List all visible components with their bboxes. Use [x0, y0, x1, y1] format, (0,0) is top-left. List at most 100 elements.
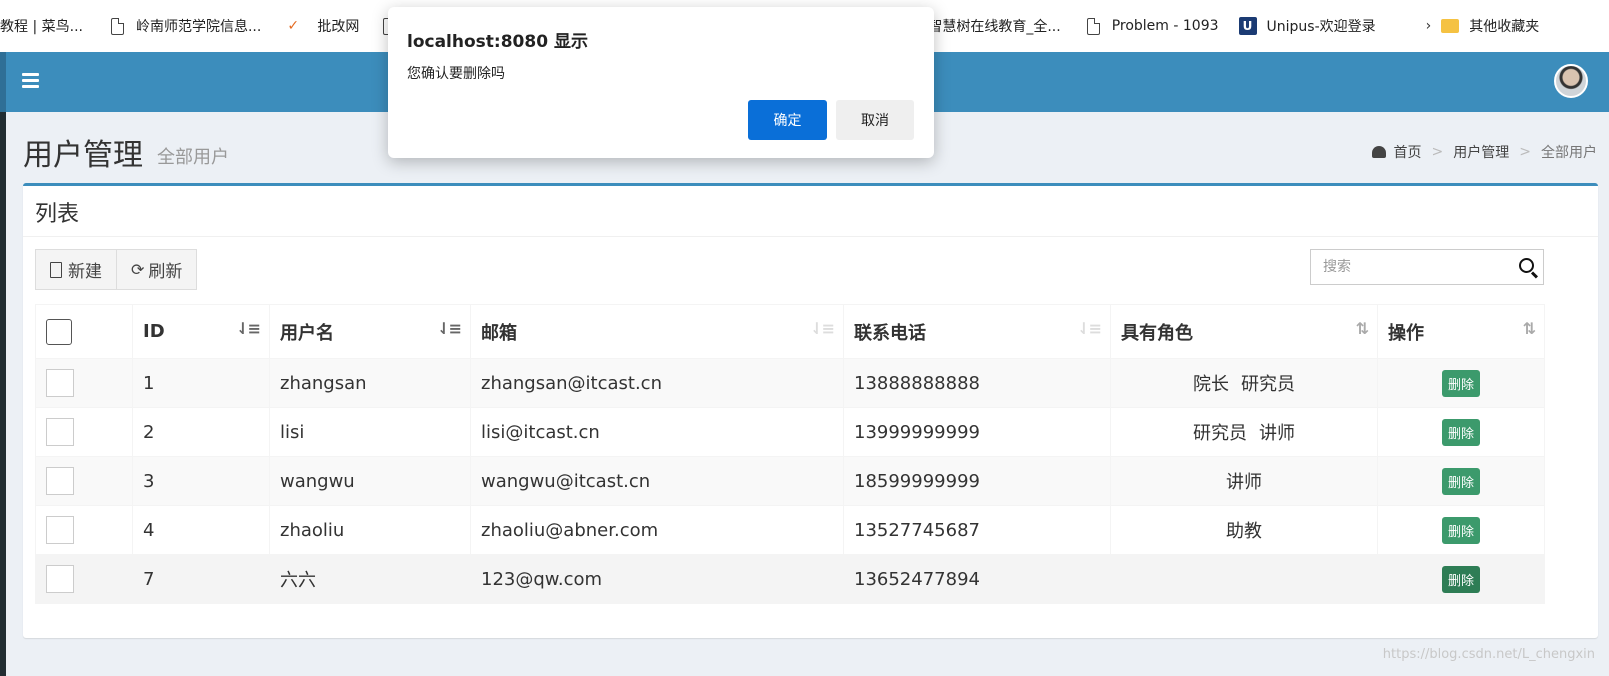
new-button[interactable]: 新建: [35, 249, 117, 290]
column-header-username[interactable]: 用户名 ⇃≡: [269, 304, 471, 359]
sort-icon: ⇃≡: [1077, 319, 1102, 338]
column-header-id[interactable]: ID ⇃≡: [132, 304, 270, 359]
row-checkbox[interactable]: [46, 369, 74, 397]
column-header-action[interactable]: 操作 ⇅: [1377, 304, 1545, 359]
dialog-title: localhost:8080 显示: [407, 32, 588, 52]
cell-roles: 院长 研究员: [1110, 358, 1378, 408]
cell-roles: [1110, 554, 1378, 604]
breadcrumb-home[interactable]: 首页: [1394, 142, 1422, 162]
bookmark-label: 教程 | 菜鸟...: [0, 19, 83, 35]
menu-toggle-icon[interactable]: [22, 70, 42, 94]
cell-phone: 13652477894: [843, 554, 1111, 604]
select-all-header: [35, 304, 133, 359]
table-row: 3 wangwu wangwu@itcast.cn 18599999999 讲师…: [35, 456, 1545, 506]
role-label: 讲师: [1226, 472, 1262, 493]
cell-email: wangwu@itcast.cn: [470, 456, 844, 506]
bookmark-runoob[interactable]: 教程 | 菜鸟...: [0, 0, 93, 52]
row-checkbox[interactable]: [46, 467, 74, 495]
avatar[interactable]: [1554, 64, 1588, 98]
user-table: ID ⇃≡ 用户名 ⇃≡ 邮箱 ⇃≡ 联系电话 ⇃≡ 具有角色 ⇅ 操作 ⇅ 1…: [35, 304, 1545, 604]
cell-id: 4: [132, 505, 270, 555]
role-label: 助教: [1226, 521, 1262, 542]
column-header-email[interactable]: 邮箱 ⇃≡: [470, 304, 844, 359]
dashboard-icon: [1371, 146, 1386, 158]
bookmark-label: 批改网: [317, 19, 360, 35]
bookmark-lingnan[interactable]: 岭南师范学院信息...: [101, 0, 271, 52]
delete-button[interactable]: 删除: [1441, 418, 1480, 446]
row-checkbox[interactable]: [46, 418, 74, 446]
cell-phone: 13888888888: [843, 358, 1111, 408]
cell-id: 2: [132, 407, 270, 457]
search-icon[interactable]: [1513, 250, 1543, 284]
cell-id: 3: [132, 456, 270, 506]
breadcrumb-separator: >: [1519, 144, 1531, 160]
list-box: 列表 新建 ⟳ 刷新 ID ⇃≡ 用户名: [23, 183, 1598, 638]
page-subtitle: 全部用户: [157, 147, 229, 168]
confirm-button[interactable]: 确定: [748, 100, 827, 140]
cell-phone: 13527745687: [843, 505, 1111, 555]
cell-username: 六六: [269, 554, 471, 604]
page-icon: [1086, 17, 1100, 35]
cancel-button[interactable]: 取消: [836, 100, 914, 140]
cell-email: 123@qw.com: [470, 554, 844, 604]
cell-email: zhaoliu@abner.com: [470, 505, 844, 555]
confirm-dialog: localhost:8080 显示 您确认要删除吗 确定 取消: [388, 7, 934, 158]
sort-both-icon: ⇅: [1355, 319, 1369, 338]
toolbar: 新建 ⟳ 刷新: [35, 249, 198, 290]
sort-desc-icon: ⇃≡: [437, 319, 462, 338]
breadcrumb: 首页 > 用户管理 > 全部用户: [1371, 142, 1597, 162]
refresh-button[interactable]: ⟳ 刷新: [117, 249, 198, 290]
breadcrumb-separator: >: [1431, 144, 1444, 160]
breadcrumb-current: 全部用户: [1541, 145, 1597, 161]
column-header-roles[interactable]: 具有角色 ⇅: [1110, 304, 1378, 359]
table-row: 4 zhaoliu zhaoliu@abner.com 13527745687 …: [35, 505, 1545, 555]
row-checkbox[interactable]: [46, 516, 74, 544]
cell-username: zhangsan: [269, 358, 471, 408]
bookmark-problem[interactable]: Problem - 1093: [1077, 0, 1229, 52]
column-header-phone[interactable]: 联系电话 ⇃≡: [843, 304, 1111, 359]
bookmark-label: 其他收藏夹: [1469, 19, 1540, 35]
cell-email: zhangsan@itcast.cn: [470, 358, 844, 408]
divider: [23, 236, 1598, 237]
sort-asc-icon: ⇃≡: [236, 319, 261, 338]
role-label: 院长: [1193, 374, 1229, 395]
bookmark-other-folder[interactable]: 其他收藏夹: [1431, 0, 1549, 52]
role-label: 研究员: [1241, 374, 1295, 395]
delete-button[interactable]: 删除: [1441, 565, 1480, 593]
bookmark-label: Problem - 1093: [1111, 18, 1219, 34]
cell-phone: 18599999999: [843, 456, 1111, 506]
box-title: 列表: [35, 202, 80, 227]
cell-action: 删除: [1377, 407, 1545, 457]
delete-button[interactable]: 删除: [1441, 467, 1480, 495]
breadcrumb-user-manage[interactable]: 用户管理: [1453, 142, 1509, 162]
bookmark-zhihuishu[interactable]: 智慧树在线教育_全...: [918, 0, 1070, 52]
select-all-checkbox[interactable]: [46, 318, 72, 345]
page-title: 用户管理: [23, 138, 143, 173]
cell-action: 删除: [1377, 505, 1545, 555]
search-input[interactable]: [1311, 250, 1513, 284]
new-button-label: 新建: [68, 262, 102, 282]
cell-username: lisi: [269, 407, 471, 457]
watermark: https://blog.csdn.net/L_chengxin: [1382, 647, 1595, 662]
bookmark-pigai[interactable]: ✓ 批改网: [277, 0, 369, 52]
bookmark-label: 岭南师范学院信息...: [135, 19, 262, 35]
cell-email: lisi@itcast.cn: [470, 407, 844, 457]
sort-both-icon: ⇅: [1522, 319, 1536, 338]
table-row: 2 lisi lisi@itcast.cn 13999999999 研究员 讲师 …: [35, 407, 1545, 457]
sidebar-edge: [0, 112, 6, 676]
dialog-message: 您确认要删除吗: [407, 66, 505, 82]
bookmark-label: Unipus-欢迎登录: [1266, 19, 1376, 35]
delete-button[interactable]: 删除: [1441, 516, 1480, 544]
page-icon: [110, 17, 124, 35]
bookmark-unipus[interactable]: U Unipus-欢迎登录: [1229, 0, 1386, 52]
table-row: 7 六六 123@qw.com 13652477894 删除: [35, 554, 1545, 604]
sort-icon: ⇃≡: [810, 319, 835, 338]
role-label: 研究员: [1193, 423, 1247, 444]
row-checkbox[interactable]: [46, 565, 74, 593]
folder-icon: [1441, 19, 1460, 33]
cell-id: 7: [132, 554, 270, 604]
cell-roles: 讲师: [1110, 456, 1378, 506]
delete-button[interactable]: 删除: [1441, 369, 1480, 397]
pigai-icon: ✓: [287, 18, 300, 34]
unipus-icon: U: [1238, 17, 1257, 35]
